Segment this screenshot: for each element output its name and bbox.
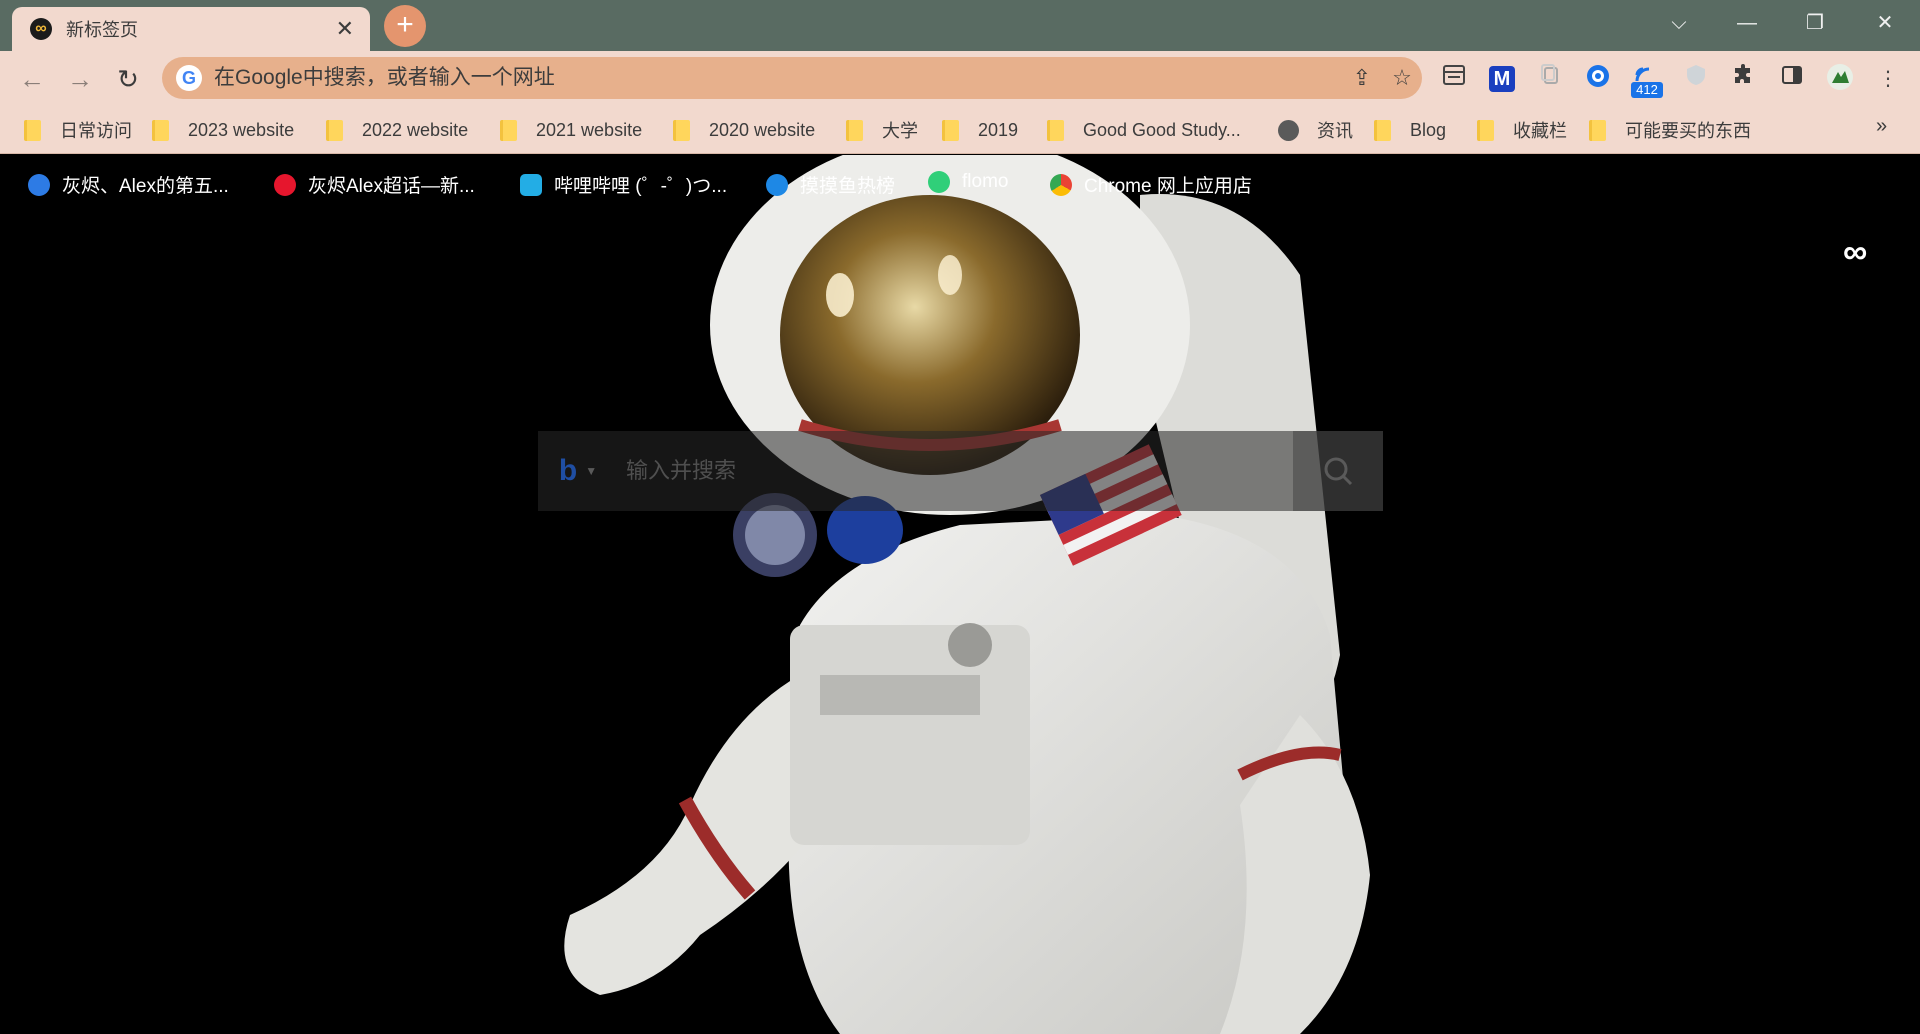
folder-icon bbox=[500, 119, 517, 141]
back-button[interactable]: ← bbox=[14, 61, 50, 97]
edge-icon bbox=[28, 173, 50, 196]
shortcut-item[interactable]: flomo bbox=[928, 171, 1008, 193]
new-tab-page: 灰烬、Alex的第五... 灰烬Alex超话—新... 哔哩哔哩 (゜-゜)つ.… bbox=[0, 155, 1920, 1034]
folder-icon bbox=[24, 119, 41, 141]
search-button[interactable] bbox=[1293, 431, 1383, 511]
folder-icon bbox=[1589, 119, 1606, 141]
tab-new-tab[interactable]: ∞ 新标签页 ✕ bbox=[12, 7, 370, 51]
tab-title: 新标签页 bbox=[66, 20, 138, 40]
bookmark-link[interactable]: 资讯 bbox=[1278, 115, 1353, 145]
close-window-button[interactable]: ✕ bbox=[1858, 6, 1912, 40]
bookmark-folder[interactable]: 2023 website bbox=[152, 115, 294, 145]
m-extension-icon[interactable]: M bbox=[1486, 63, 1518, 95]
bilibili-icon bbox=[520, 173, 542, 196]
bookmark-folder[interactable]: 收藏栏 bbox=[1477, 115, 1567, 145]
shortcut-item[interactable]: 摸摸鱼热榜 bbox=[766, 171, 895, 198]
toolbar: ← → ↻ G ⇪ ☆ M 412 ⋮ bbox=[0, 51, 1920, 107]
bookmark-folder[interactable]: 2020 website bbox=[673, 115, 815, 145]
infinity-favicon-icon: ∞ bbox=[30, 18, 52, 40]
search-engine-selector[interactable]: b ▼ bbox=[538, 431, 618, 511]
bookmarks-overflow-icon[interactable]: » bbox=[1876, 115, 1887, 138]
infinity-menu-icon[interactable]: ∞ bbox=[1843, 233, 1867, 272]
google-icon: G bbox=[176, 65, 202, 91]
bookmark-folder[interactable]: 日常访问 bbox=[24, 115, 132, 145]
folder-icon bbox=[152, 119, 169, 141]
restore-button[interactable]: ❐ bbox=[1788, 6, 1842, 40]
tab-strip: ∞ 新标签页 ✕ + ⌵ — ❐ ✕ bbox=[0, 0, 1920, 51]
fish-icon bbox=[766, 173, 788, 196]
chrome-web-store-icon bbox=[1050, 173, 1072, 196]
shortcut-item[interactable]: 灰烬、Alex的第五... bbox=[28, 171, 229, 198]
bookmark-folder[interactable]: Good Good Study... bbox=[1047, 115, 1241, 145]
side-panel-icon[interactable] bbox=[1776, 63, 1808, 95]
globe-icon bbox=[1278, 119, 1299, 141]
astronaut-wallpaper bbox=[564, 155, 1370, 1034]
share-icon[interactable]: ⇪ bbox=[1342, 60, 1382, 96]
address-input[interactable] bbox=[214, 66, 1342, 90]
avatar[interactable] bbox=[1824, 63, 1856, 95]
bookmark-folder[interactable]: 2021 website bbox=[500, 115, 642, 145]
extensions-puzzle-icon[interactable] bbox=[1728, 63, 1760, 95]
tab-close-icon[interactable]: ✕ bbox=[336, 16, 354, 42]
weibo-icon bbox=[274, 173, 296, 196]
copy-extension-icon[interactable] bbox=[1534, 63, 1566, 95]
minimize-button[interactable]: — bbox=[1720, 6, 1774, 40]
new-tab-button[interactable]: + bbox=[384, 5, 426, 47]
tab-search-dropdown-icon[interactable]: ⌵ bbox=[1652, 6, 1706, 40]
bookmark-folder[interactable]: 大学 bbox=[846, 115, 918, 145]
reader-mode-icon[interactable] bbox=[1438, 63, 1470, 95]
shortcut-item[interactable]: 哔哩哔哩 (゜-゜)つ... bbox=[520, 171, 727, 198]
bookmark-folder[interactable]: Blog bbox=[1374, 115, 1446, 145]
omnibox[interactable]: G ⇪ ☆ bbox=[162, 57, 1422, 99]
folder-icon bbox=[1477, 119, 1494, 141]
shield-extension-icon[interactable] bbox=[1680, 63, 1712, 95]
caret-down-icon: ▼ bbox=[585, 464, 598, 478]
folder-icon bbox=[326, 119, 343, 141]
forward-button[interactable]: → bbox=[62, 61, 98, 97]
bookmark-folder[interactable]: 2019 bbox=[942, 115, 1018, 145]
bing-icon: b bbox=[558, 454, 578, 487]
folder-icon bbox=[1047, 119, 1064, 141]
folder-icon bbox=[673, 119, 690, 141]
shortcuts-row: 灰烬、Alex的第五... 灰烬Alex超话—新... 哔哩哔哩 (゜-゜)つ.… bbox=[0, 165, 1920, 209]
search-box: b ▼ bbox=[538, 431, 1383, 511]
chrome-menu-icon[interactable]: ⋮ bbox=[1872, 63, 1904, 95]
web-extension-icon[interactable] bbox=[1582, 63, 1614, 95]
folder-icon bbox=[942, 119, 959, 141]
folder-icon bbox=[1374, 119, 1391, 141]
flomo-icon bbox=[928, 171, 950, 193]
reload-button[interactable]: ↻ bbox=[110, 61, 146, 97]
search-input[interactable] bbox=[618, 431, 1293, 511]
bookmarks-bar: 日常访问 2023 website 2022 website 2021 webs… bbox=[0, 107, 1920, 154]
search-icon bbox=[1324, 457, 1353, 486]
bookmark-folder[interactable]: 可能要买的东西 bbox=[1589, 115, 1751, 145]
folder-icon bbox=[846, 119, 863, 141]
shortcut-item[interactable]: 灰烬Alex超话—新... bbox=[274, 171, 475, 198]
rss-count-badge: 412 bbox=[1631, 82, 1663, 98]
bookmark-star-icon[interactable]: ☆ bbox=[1382, 60, 1422, 96]
bookmark-folder[interactable]: 2022 website bbox=[326, 115, 468, 145]
shortcut-item[interactable]: Chrome 网上应用店 bbox=[1050, 171, 1252, 198]
